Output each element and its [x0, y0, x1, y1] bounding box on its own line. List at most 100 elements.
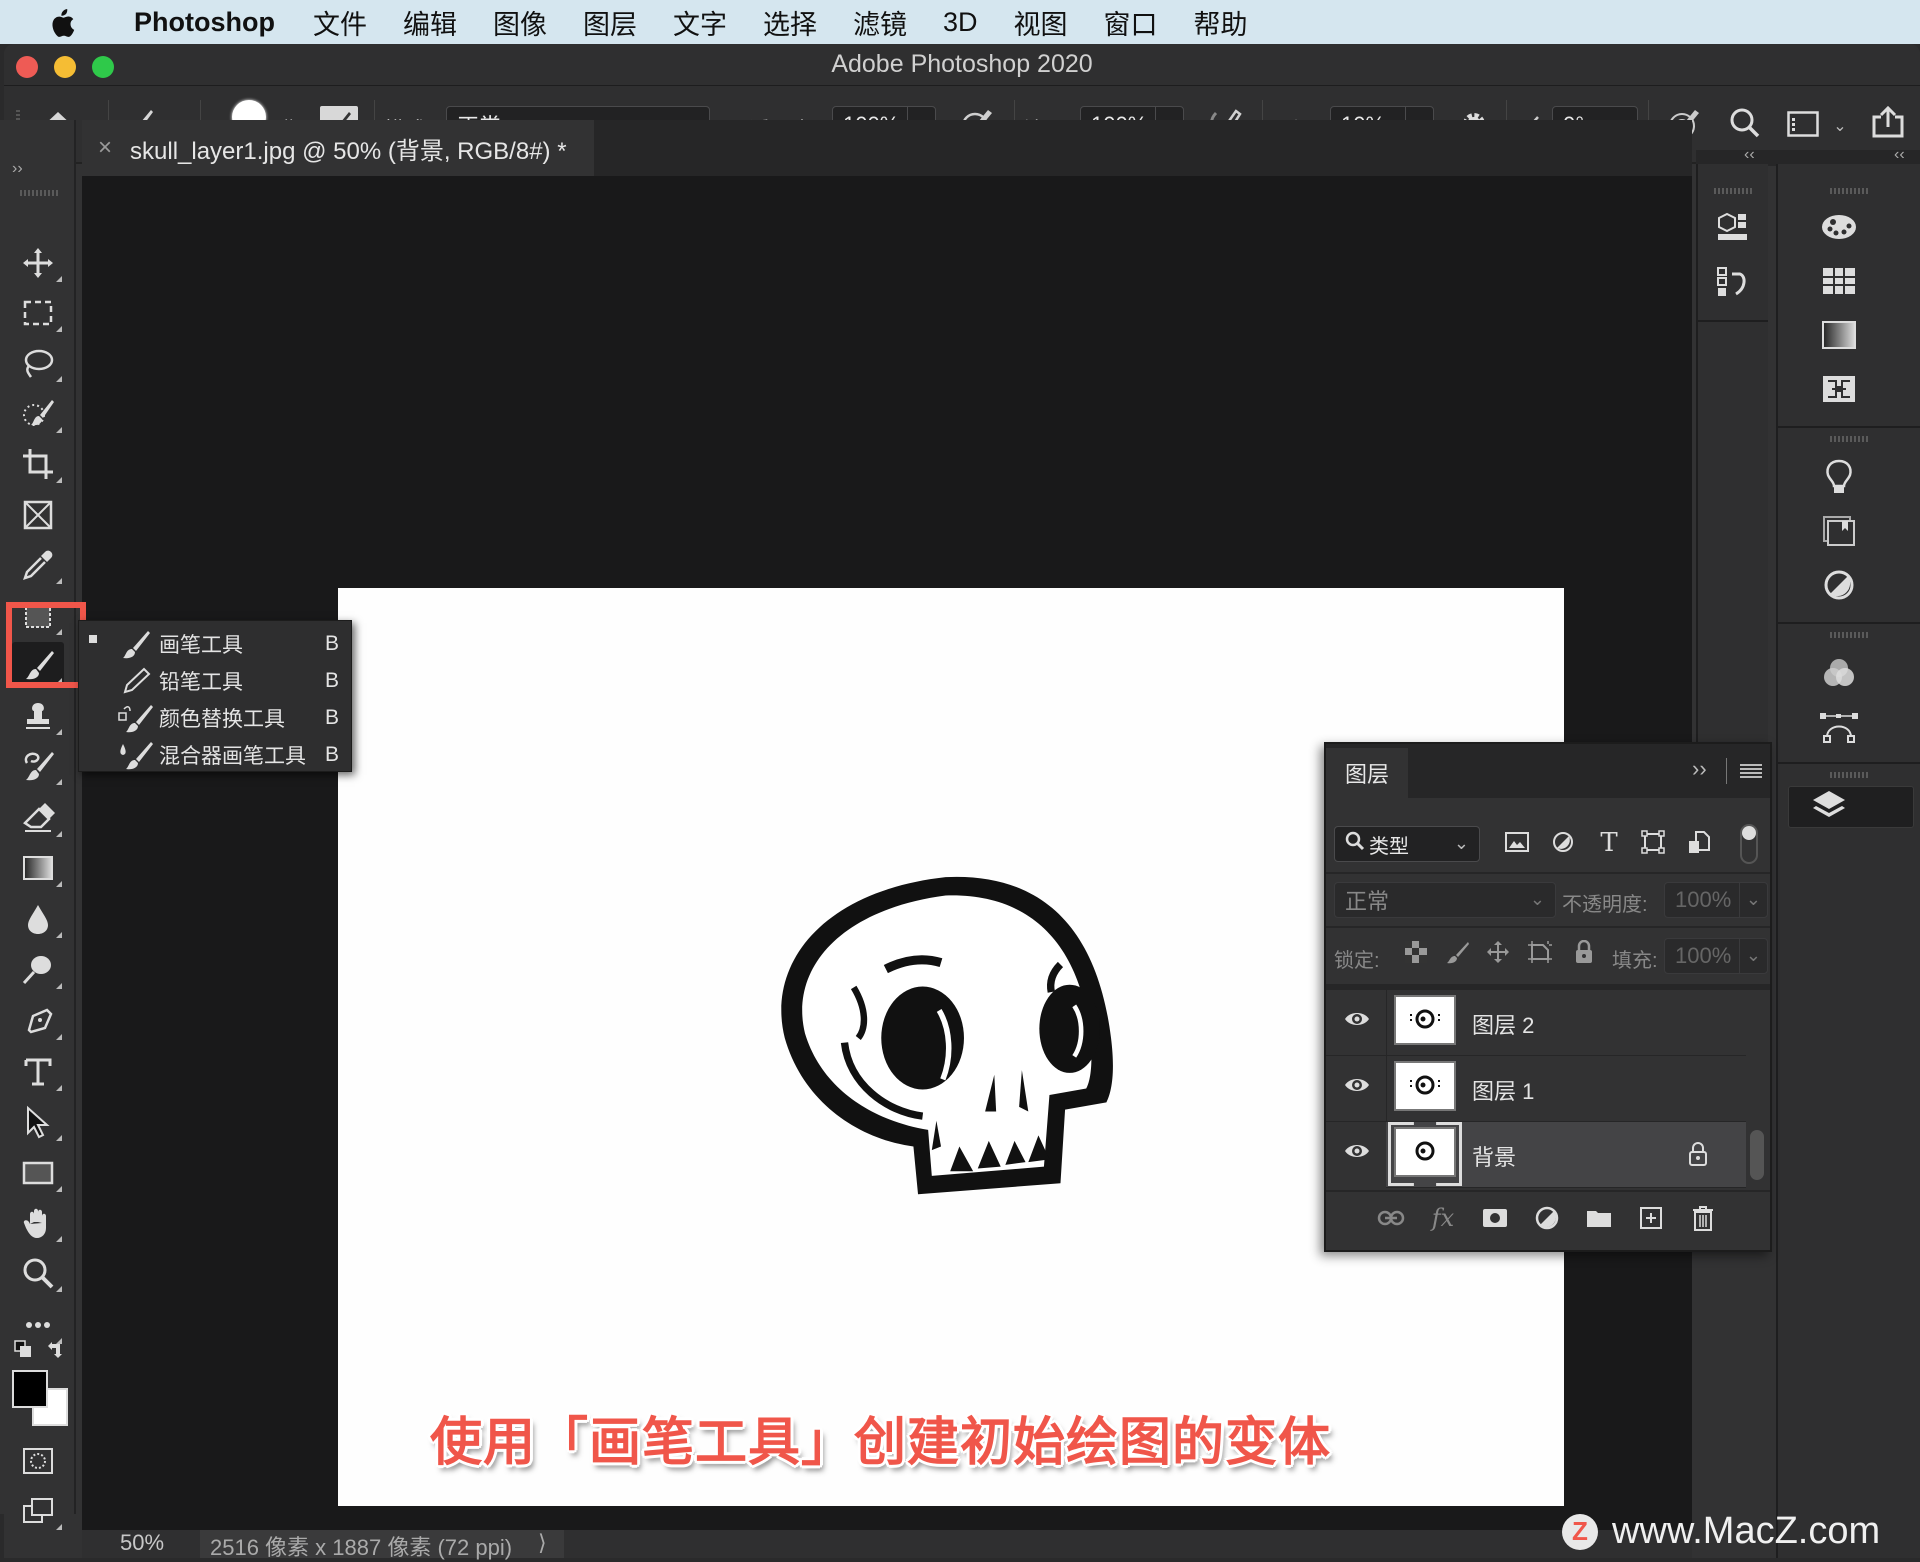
tool-crop[interactable]	[12, 441, 64, 487]
document-tab[interactable]: × skull_layer1.jpg @ 50% (背景, RGB/8#) *	[82, 120, 594, 176]
apple-icon[interactable]	[46, 7, 104, 37]
lock-artboard-button[interactable]	[1526, 940, 1554, 968]
patterns-panel-button[interactable]	[1814, 366, 1864, 416]
new-group-folder-icon[interactable]	[1584, 1208, 1614, 1228]
lock-all-button[interactable]	[1570, 939, 1598, 969]
filter-adjustment-layers-button[interactable]	[1548, 830, 1578, 858]
zoom-level[interactable]: 50%	[120, 1530, 164, 1556]
quick-mask-button[interactable]	[12, 1438, 64, 1484]
tool-rectangle[interactable]	[12, 1150, 64, 1196]
delete-layer-trash-icon[interactable]	[1688, 1205, 1718, 1231]
tool-path-selection[interactable]	[12, 1099, 64, 1145]
layer-row[interactable]: 图层 1	[1326, 1056, 1746, 1122]
menu-file[interactable]: 文件	[313, 3, 367, 42]
tool-frame[interactable]	[12, 492, 64, 538]
new-adjustment-layer-icon[interactable]	[1532, 1206, 1562, 1230]
lock-transparent-pixels-button[interactable]	[1402, 940, 1430, 968]
panel-menu-icon[interactable]	[1740, 762, 1762, 778]
layer-opacity-field[interactable]: 100% ⌄	[1664, 882, 1768, 918]
flyout-item-pencil-tool[interactable]: 铅笔工具 B	[79, 662, 353, 699]
default-colors-icon[interactable]	[14, 1340, 32, 1363]
learn-panel-button[interactable]	[1814, 454, 1864, 504]
status-menu-chevron-icon[interactable]: ⟩	[538, 1530, 547, 1556]
filter-shape-layers-button[interactable]	[1638, 829, 1668, 858]
menu-window[interactable]: 窗口	[1104, 3, 1158, 42]
tool-gradient[interactable]	[12, 845, 64, 891]
layer-style-fx-icon[interactable]: fx	[1428, 1204, 1458, 1232]
menu-type[interactable]: 文字	[673, 3, 727, 42]
filter-pixel-layers-button[interactable]	[1502, 830, 1532, 858]
type-icon[interactable]: T	[1594, 828, 1624, 858]
new-layer-icon[interactable]	[1636, 1206, 1666, 1230]
eye-icon[interactable]	[1344, 1142, 1370, 1165]
gradients-panel-button[interactable]	[1814, 312, 1864, 362]
expand-toolbar-icon[interactable]: ››	[12, 160, 23, 178]
swatches-panel-button[interactable]	[1814, 258, 1864, 308]
flyout-item-color-replacement-tool[interactable]: 颜色替换工具 B	[79, 699, 353, 736]
eye-icon[interactable]	[1344, 1010, 1370, 1033]
tool-marquee[interactable]	[12, 290, 64, 336]
screen-mode-button[interactable]	[12, 1488, 64, 1534]
paths-panel-button[interactable]	[1814, 704, 1864, 754]
share-button[interactable]	[1868, 102, 1908, 146]
tool-type[interactable]	[12, 1049, 64, 1095]
color-panel-button[interactable]	[1814, 204, 1864, 254]
menu-edit[interactable]: 编辑	[403, 3, 457, 42]
menu-filter[interactable]: 滤镜	[853, 3, 907, 42]
close-tab-icon[interactable]: ×	[98, 134, 112, 162]
tool-pen[interactable]	[12, 998, 64, 1044]
lock-icon[interactable]	[1688, 1142, 1708, 1171]
tool-blur[interactable]	[12, 896, 64, 942]
menu-3d[interactable]: 3D	[943, 7, 978, 38]
collapse-dock-icon[interactable]: ‹‹	[1894, 146, 1905, 164]
tool-lasso[interactable]	[12, 340, 64, 386]
tool-move[interactable]	[12, 240, 64, 286]
lock-icon	[1574, 939, 1594, 969]
lock-position-button[interactable]	[1484, 940, 1512, 968]
workspace-switcher[interactable]: ⌄	[1782, 106, 1852, 146]
add-mask-icon[interactable]	[1480, 1208, 1510, 1228]
layers-scrollbar[interactable]	[1750, 1130, 1764, 1180]
adjustments-panel-button[interactable]	[1814, 562, 1864, 612]
channels-panel-button[interactable]	[1814, 650, 1864, 700]
history-panel-button[interactable]	[1708, 260, 1758, 310]
toolbar-grip[interactable]	[20, 190, 60, 196]
menu-view[interactable]: 视图	[1014, 3, 1068, 42]
tool-history-brush[interactable]	[12, 743, 64, 789]
blend-mode-select[interactable]: 正常 ⌄	[1334, 882, 1556, 918]
collapse-panel-icon[interactable]: ››	[1692, 756, 1707, 782]
libraries-panel-button[interactable]	[1814, 508, 1864, 558]
filter-toggle-switch[interactable]	[1740, 824, 1758, 864]
tool-eraser[interactable]	[12, 795, 64, 841]
eye-icon[interactable]	[1344, 1076, 1370, 1099]
menu-help[interactable]: 帮助	[1194, 3, 1248, 42]
foreground-color-swatch[interactable]	[12, 1370, 48, 1408]
tool-zoom[interactable]	[12, 1250, 64, 1296]
3d-panel-button[interactable]	[1708, 206, 1758, 256]
swap-colors-icon[interactable]	[46, 1340, 66, 1365]
tool-hand[interactable]	[12, 1200, 64, 1246]
collapse-dock-icon[interactable]: ‹‹	[1744, 146, 1755, 164]
layer-row-selected[interactable]: 背景	[1326, 1122, 1746, 1188]
layers-tab[interactable]: 图层	[1326, 748, 1408, 798]
tool-eyedropper[interactable]	[12, 542, 64, 588]
lightbulb-icon	[1824, 459, 1854, 500]
flyout-item-brush-tool[interactable]: 画笔工具 B	[79, 625, 353, 662]
link-layers-icon[interactable]	[1376, 1210, 1406, 1226]
layer-row[interactable]: 图层 2	[1326, 990, 1746, 1056]
menu-select[interactable]: 选择	[763, 3, 817, 42]
flyout-item-shortcut: B	[324, 742, 339, 766]
layers-panel-button[interactable]	[1788, 786, 1914, 828]
lock-image-pixels-button[interactable]	[1444, 940, 1472, 968]
fill-field[interactable]: 100% ⌄	[1664, 938, 1768, 974]
flyout-item-mixer-brush-tool[interactable]: 混合器画笔工具 B	[79, 736, 353, 773]
menu-app-name[interactable]: Photoshop	[134, 7, 275, 38]
layer-filter-select[interactable]: 类型 ⌄	[1334, 826, 1480, 862]
filter-smart-objects-button[interactable]	[1684, 830, 1714, 858]
tool-stamp[interactable]	[12, 693, 64, 739]
menu-layer[interactable]: 图层	[583, 3, 637, 42]
search-button[interactable]	[1724, 104, 1766, 146]
menu-image[interactable]: 图像	[493, 3, 547, 42]
tool-quick-selection[interactable]	[12, 391, 64, 437]
tool-dodge[interactable]	[12, 947, 64, 993]
